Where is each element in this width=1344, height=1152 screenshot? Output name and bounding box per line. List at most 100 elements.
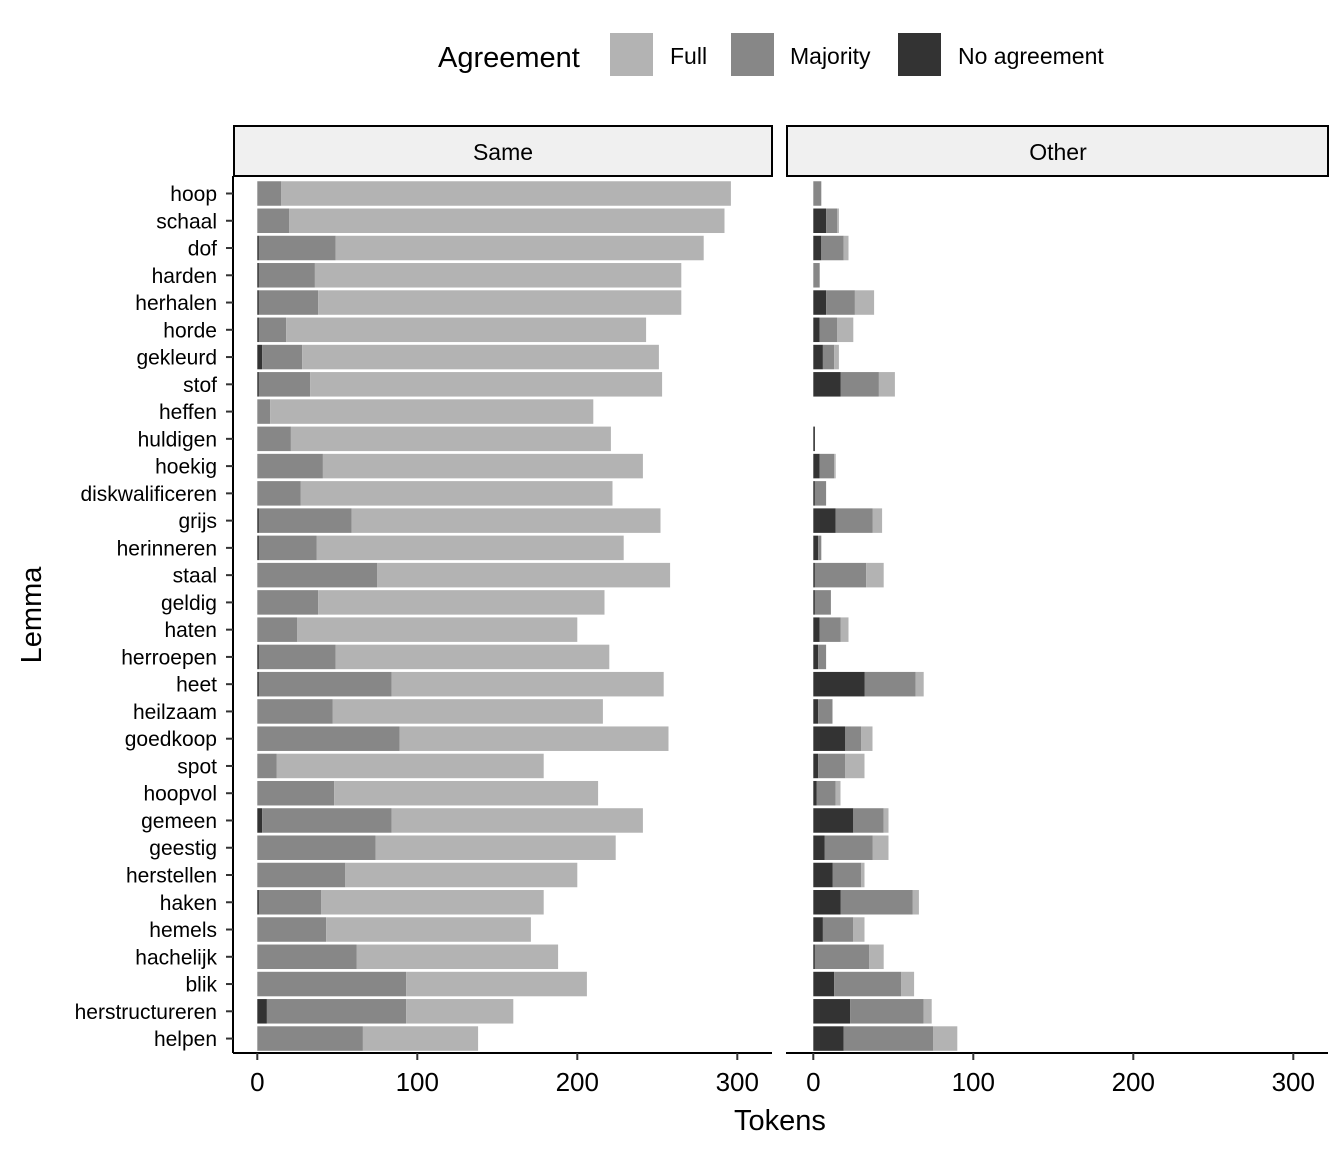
bar-other-gekleurd-full xyxy=(834,344,839,370)
y-tick-label: gemeen xyxy=(141,810,217,833)
bar-other-staal-majority xyxy=(814,562,867,588)
x-tick-label: 0 xyxy=(250,1067,264,1097)
bar-same-schaal-majority xyxy=(257,208,290,234)
bar-same-herhalen-no-agreement xyxy=(257,290,259,315)
bar-same-helpen-full xyxy=(362,1026,479,1051)
bar-other-haten-full xyxy=(840,617,849,642)
x-tick-label: 300 xyxy=(716,1067,759,1097)
bar-other-staal-full xyxy=(866,562,884,588)
y-tick-label: geestig xyxy=(149,837,217,860)
bar-other-haken-no-agreement xyxy=(813,890,841,915)
bar-other-hoopvol-no-agreement xyxy=(813,780,817,806)
bar-other-harden-majority xyxy=(813,263,820,288)
bar-other-geestig-no-agreement xyxy=(813,835,825,860)
bar-same-geestig-majority xyxy=(257,835,376,860)
bar-other-geestig-full xyxy=(872,835,889,860)
bar-other-dof-no-agreement xyxy=(813,235,822,261)
bar-same-heffen-full xyxy=(270,399,594,424)
bar-same-harden-no-agreement xyxy=(257,263,259,288)
bar-other-herstellen-majority xyxy=(832,862,862,888)
bar-same-herroepen-full xyxy=(335,644,610,670)
bar-other-herstellen-full xyxy=(861,862,865,888)
bar-other-geestig-majority xyxy=(824,835,873,860)
bar-other-stof-majority xyxy=(840,372,879,397)
x-tick-label: 100 xyxy=(952,1067,995,1097)
bar-other-spot-majority xyxy=(818,753,846,779)
y-tick-label: staal xyxy=(173,565,217,588)
bar-other-herstructureren-majority xyxy=(850,999,924,1024)
bar-same-goedkoop-majority xyxy=(257,726,400,751)
bar-other-blik-no-agreement xyxy=(813,971,835,997)
bar-other-haten-no-agreement xyxy=(813,617,820,642)
bar-same-heilzaam-majority xyxy=(257,699,333,724)
bar-other-grijs-full xyxy=(872,508,883,533)
stacked-bar-chart: Agreement Full Majority No agreement Sam… xyxy=(16,33,1329,1137)
bar-other-heilzaam-no-agreement xyxy=(813,699,819,724)
bar-same-hoopvol-majority xyxy=(257,780,335,806)
bar-same-diskwalificeren-majority xyxy=(257,481,301,506)
bar-same-haken-majority xyxy=(258,890,322,915)
bar-other-grijs-majority xyxy=(835,508,873,533)
bar-other-herstructureren-no-agreement xyxy=(813,999,851,1024)
x-tick-label: 100 xyxy=(396,1067,439,1097)
bar-other-haken-majority xyxy=(840,890,913,915)
bar-same-spot-majority xyxy=(257,753,277,779)
bar-other-dof-full xyxy=(843,235,849,261)
x-tick-label: 200 xyxy=(556,1067,599,1097)
bar-same-staal-majority xyxy=(257,562,378,588)
bar-same-diskwalificeren-full xyxy=(300,481,613,506)
y-tick-label: grijs xyxy=(178,510,217,533)
y-tick-label: haken xyxy=(160,892,217,915)
bar-other-blik-majority xyxy=(834,971,902,997)
y-tick-label: harden xyxy=(152,265,217,288)
facet-strip-other: Other xyxy=(786,125,1329,177)
bar-same-harden-full xyxy=(314,263,682,288)
panel-same xyxy=(257,181,731,1051)
y-tick-label: horde xyxy=(163,319,217,342)
bar-other-herhalen-full xyxy=(854,290,875,315)
bar-other-gekleurd-majority xyxy=(822,344,835,370)
bar-other-stof-no-agreement xyxy=(813,372,841,397)
bar-same-herinneren-full xyxy=(316,535,624,561)
bar-same-horde-majority xyxy=(258,317,287,343)
bar-other-horde-no-agreement xyxy=(813,317,820,343)
bar-same-grijs-majority xyxy=(258,508,352,533)
bar-same-dof-majority xyxy=(258,235,336,261)
bar-other-hachelijk-no-agreement xyxy=(813,944,815,970)
bar-same-hoekig-full xyxy=(322,453,643,479)
bar-same-gekleurd-no-agreement xyxy=(257,344,263,370)
bar-same-gemeen-no-agreement xyxy=(257,808,263,833)
y-tick-label: heet xyxy=(176,674,217,697)
bar-same-hoopvol-full xyxy=(334,780,599,806)
bar-other-gemeen-full xyxy=(883,808,889,833)
bar-same-haken-full xyxy=(321,890,544,915)
y-tick-label: diskwalificeren xyxy=(80,483,217,506)
bar-same-helpen-majority xyxy=(257,1026,363,1051)
bar-other-gemeen-majority xyxy=(853,808,884,833)
bar-other-goedkoop-full xyxy=(861,726,873,751)
bar-other-hoekig-majority xyxy=(819,453,835,479)
bar-same-blik-majority xyxy=(257,971,407,997)
bar-other-gemeen-no-agreement xyxy=(813,808,854,833)
bar-other-helpen-majority xyxy=(843,1026,934,1051)
y-tick-label: hoekig xyxy=(155,456,217,479)
bar-same-heilzaam-full xyxy=(332,699,603,724)
bar-same-herstellen-majority xyxy=(257,862,346,888)
x-tick-label: 300 xyxy=(1272,1067,1315,1097)
bar-same-geldig-majority xyxy=(257,590,319,615)
bar-other-hoopvol-full xyxy=(835,780,841,806)
bar-other-diskwalificeren-no-agreement xyxy=(813,481,815,506)
y-tick-label: herhalen xyxy=(135,292,217,315)
strip-label-other: Other xyxy=(1029,139,1087,165)
legend-label-majority: Majority xyxy=(790,43,871,69)
bar-same-geldig-full xyxy=(318,590,605,615)
bar-same-herinneren-majority xyxy=(258,535,317,561)
y-tick-label: goedkoop xyxy=(125,728,217,751)
y-tick-label: herstellen xyxy=(126,865,217,888)
y-tick-label: spot xyxy=(177,755,217,778)
bar-other-schaal-majority xyxy=(826,208,838,234)
bar-other-heet-full xyxy=(915,671,924,697)
bar-same-hoop-full xyxy=(281,181,731,206)
bar-other-hoekig-no-agreement xyxy=(813,453,820,479)
bar-same-hoekig-majority xyxy=(257,453,323,479)
